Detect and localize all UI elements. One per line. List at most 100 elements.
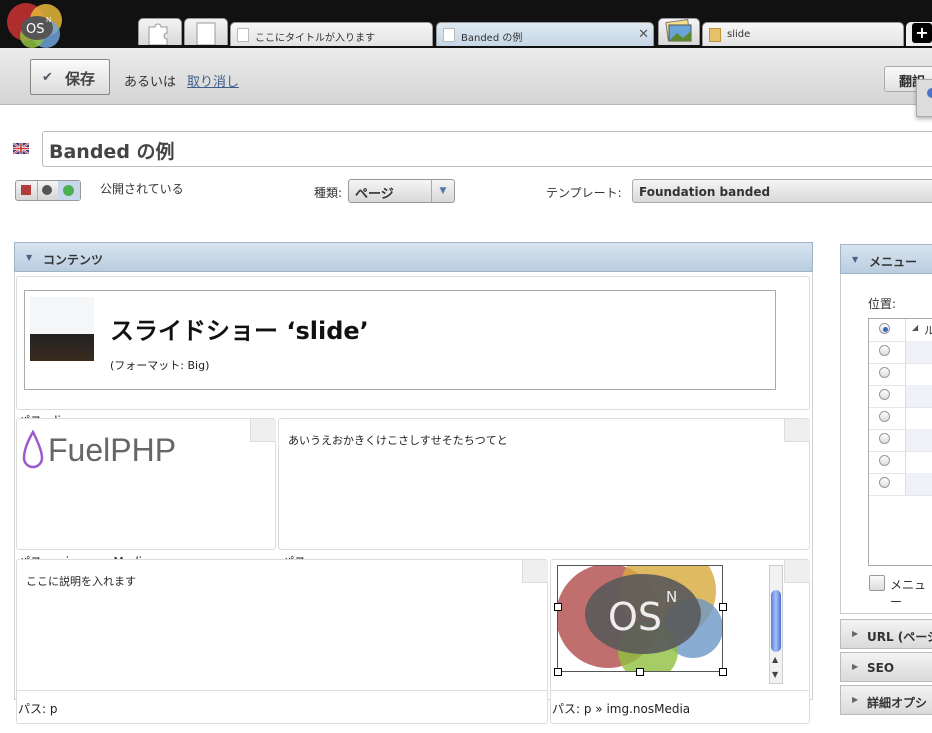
radio-selected-dot: [883, 327, 888, 332]
block-path: パス: p » img.nosMedia: [552, 702, 691, 716]
scrollbar-thumb[interactable]: [771, 590, 781, 652]
tree-row[interactable]: [869, 473, 932, 496]
divider: [16, 690, 548, 691]
plus-icon: +: [912, 23, 932, 43]
resize-handle[interactable]: [719, 603, 727, 611]
save-label: 保存: [65, 70, 96, 88]
advanced-options-section-header[interactable]: ▶ 詳細オプシ: [840, 685, 932, 715]
schedule-button[interactable]: [37, 181, 59, 200]
radio-button[interactable]: [879, 345, 890, 356]
os-logo-image[interactable]: OS N: [557, 565, 723, 672]
menu-position-tree[interactable]: ◢ ル: [868, 318, 932, 566]
template-value: Foundation banded: [639, 185, 771, 199]
radio-button[interactable]: [879, 477, 890, 488]
gallery-icon: [665, 18, 692, 42]
scrollbar[interactable]: ▲ ▼: [769, 565, 783, 684]
blank-page-tab[interactable]: [184, 18, 228, 46]
document-icon: [237, 28, 249, 42]
page-title-input[interactable]: Banded の例: [42, 131, 932, 167]
green-dot-icon: [63, 185, 74, 196]
radio-button[interactable]: [879, 455, 890, 466]
radio-button[interactable]: [879, 411, 890, 422]
expand-triangle-icon: ▶: [852, 629, 859, 638]
tree-row[interactable]: [869, 385, 932, 408]
tree-cell: ◢ ル: [905, 319, 932, 341]
block-corner-handle[interactable]: [784, 419, 810, 442]
blank-page-icon: [196, 22, 216, 46]
flame-icon: [22, 430, 44, 469]
tree-cell: [905, 407, 932, 429]
publish-button[interactable]: [58, 181, 80, 200]
puzzle-icon-tab[interactable]: [138, 18, 182, 46]
or-text: あるいは: [124, 75, 177, 90]
cancel-link[interactable]: 取り消し: [187, 71, 239, 90]
tree-cell: [905, 385, 932, 407]
collapse-triangle-icon: ▼: [852, 255, 859, 264]
slide-icon: [709, 28, 721, 42]
radio-button[interactable]: [879, 323, 890, 334]
gallery-tab[interactable]: [658, 18, 700, 45]
tree-cell: [905, 429, 932, 451]
menu-panel-header[interactable]: ▼ メニュー: [840, 244, 932, 274]
block-path: パス: p: [18, 702, 58, 716]
new-tab-button[interactable]: +: [906, 22, 932, 46]
type-select[interactable]: ページ ▼: [348, 179, 455, 203]
tree-row[interactable]: [869, 363, 932, 386]
publish-status-toggle[interactable]: [15, 180, 81, 201]
type-label: 種類:: [314, 186, 343, 200]
tree-cell: [905, 363, 932, 385]
block-corner-handle[interactable]: [784, 560, 810, 583]
resize-handle[interactable]: [554, 668, 562, 676]
check-icon: ✔: [42, 70, 53, 85]
menu-checkbox[interactable]: [869, 575, 885, 591]
os-sup: N: [666, 588, 677, 606]
blue-dot-icon: [927, 88, 932, 98]
url-section-header[interactable]: ▶ URL (ページ: [840, 619, 932, 649]
tree-cell: [905, 341, 932, 363]
app-logo[interactable]: OS N: [2, 2, 74, 50]
block-corner-handle[interactable]: [522, 560, 548, 583]
save-button[interactable]: ✔ 保存: [30, 59, 110, 95]
chevron-down-icon: ▼: [431, 180, 454, 202]
unpublish-button[interactable]: [16, 181, 38, 200]
expand-triangle-icon: ▶: [852, 662, 859, 671]
tab-banded-example[interactable]: Banded の例 ✕: [436, 22, 654, 46]
seo-section-header[interactable]: ▶ SEO: [840, 652, 932, 682]
tree-row[interactable]: [869, 429, 932, 452]
tab-slide[interactable]: slide: [702, 22, 904, 46]
close-tab-icon[interactable]: ✕: [638, 27, 649, 42]
block-text[interactable]: あいうえおかきくけこさしすせそたちつてと: [288, 432, 508, 448]
divider: [550, 690, 810, 691]
logo-text: OS: [26, 22, 44, 37]
resize-handle[interactable]: [554, 603, 562, 611]
expand-triangle-icon: ▶: [852, 695, 859, 704]
tree-cell: [905, 451, 932, 473]
slideshow-thumbnail: [30, 297, 94, 361]
block-text[interactable]: ここに説明を入れます: [26, 573, 136, 589]
status-label: 公開されている: [100, 182, 184, 196]
slideshow-format: (フォーマット: Big): [110, 359, 210, 372]
template-select[interactable]: Foundation banded: [632, 179, 932, 203]
tree-row[interactable]: [869, 407, 932, 430]
tab-title-placeholder[interactable]: ここにタイトルが入ります: [230, 22, 433, 46]
resize-handle[interactable]: [719, 668, 727, 676]
radio-button[interactable]: [879, 367, 890, 378]
resize-handle[interactable]: [636, 668, 644, 676]
tree-row[interactable]: ◢ ル: [869, 319, 932, 342]
floating-panel[interactable]: [916, 79, 932, 117]
scroll-down-icon[interactable]: ▼: [772, 670, 778, 679]
tree-row[interactable]: [869, 451, 932, 474]
tab-label: ここにタイトルが入ります: [255, 33, 375, 44]
tree-row[interactable]: [869, 341, 932, 364]
radio-button[interactable]: [879, 433, 890, 444]
tab-label: slide: [727, 29, 751, 40]
block-corner-handle[interactable]: [250, 419, 276, 442]
fuelphp-logo-image[interactable]: FuelPHP: [22, 430, 192, 474]
position-label: 位置:: [868, 297, 897, 311]
content-header-label: コンテンツ: [43, 253, 104, 267]
content-panel-header[interactable]: ▼ コンテンツ: [14, 242, 813, 272]
tree-cell: [905, 473, 932, 495]
radio-button[interactable]: [879, 389, 890, 400]
scroll-up-icon[interactable]: ▲: [772, 655, 778, 664]
puzzle-icon: [148, 23, 168, 46]
